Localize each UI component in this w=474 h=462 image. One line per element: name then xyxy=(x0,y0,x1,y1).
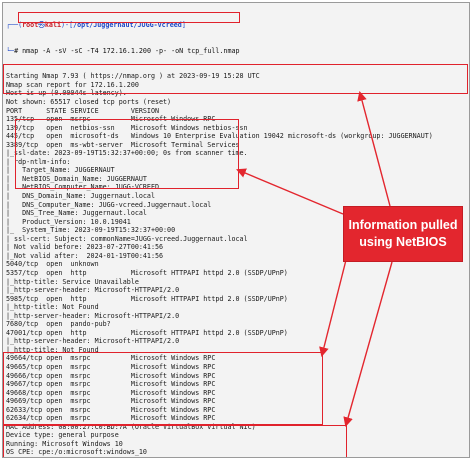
callout-line-1: Information pulled xyxy=(348,218,458,232)
arrow-to-rpc xyxy=(319,259,347,358)
arrow-to-os xyxy=(343,261,393,428)
netbios-callout: Information pulled using NetBIOS xyxy=(343,206,463,262)
arrow-to-netbios xyxy=(236,168,344,215)
callout-line-2: using NetBIOS xyxy=(359,235,447,249)
arrow-to-smb xyxy=(357,90,391,207)
